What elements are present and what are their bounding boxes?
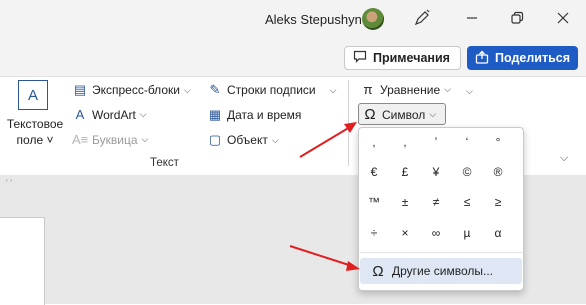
pi-icon: π <box>363 82 373 97</box>
more-symbols-item[interactable]: Ω Другие символы... <box>360 258 522 284</box>
panel-divider <box>360 252 522 253</box>
symbol-cell[interactable]: € <box>360 159 388 185</box>
chevron-down-icon: ⌵ <box>329 84 337 95</box>
symbol-cell[interactable]: ‚ <box>391 129 419 155</box>
symbol-cell[interactable]: © <box>453 159 481 185</box>
symbol-cell[interactable]: ’ <box>422 129 450 155</box>
more-symbols-label: Другие символы... <box>392 264 493 278</box>
group-label-text: Текст <box>150 157 179 169</box>
symbol-cell[interactable]: × <box>391 220 419 246</box>
symbol-cell[interactable]: ÷ <box>360 220 388 246</box>
text-box-label[interactable]: Текстовое <box>6 117 64 131</box>
equation-button[interactable]: π Уравнение ⌵ <box>360 82 451 97</box>
chevron-down-icon[interactable]: ⌵ <box>466 86 473 97</box>
symbol-cell[interactable]: £ <box>391 159 419 185</box>
user-name[interactable]: Aleks Stepushyn <box>265 12 362 27</box>
date-time-label: Дата и время <box>227 108 302 122</box>
wordart-icon: A <box>75 107 85 122</box>
symbol-cell[interactable]: ° <box>484 129 512 155</box>
signature-line-label: Строки подписи <box>227 83 316 97</box>
object-icon: ▢ <box>208 132 222 147</box>
symbol-cell[interactable]: ‚ <box>360 129 388 155</box>
text-box-icon[interactable]: A <box>18 80 48 110</box>
comments-button[interactable]: Примечания <box>344 46 461 70</box>
wordart-button[interactable]: A WordArt ⌵ <box>72 107 147 122</box>
collapse-ribbon-icon[interactable]: ⌵ <box>560 152 568 165</box>
symbol-label: Символ <box>382 107 426 122</box>
share-button[interactable]: Поделиться <box>467 46 578 70</box>
quick-parts-label: Экспресс-блоки <box>92 83 180 97</box>
equation-label: Уравнение <box>380 82 441 97</box>
chevron-down-icon: ⌵ <box>141 134 149 144</box>
object-label: Объект <box>227 133 268 147</box>
symbol-cell[interactable]: ‘ <box>453 129 481 155</box>
text-box-label-dropdown[interactable]: поле ˅ <box>6 133 64 147</box>
close-icon[interactable] <box>556 11 570 28</box>
share-label: Поделиться <box>495 51 571 65</box>
minimize-icon[interactable] <box>465 11 479 28</box>
chevron-down-icon: ⌵ <box>183 84 191 95</box>
quick-parts-button[interactable]: ▤ Экспресс-блоки ⌵ <box>72 82 191 98</box>
chevron-down-icon: ⌵ <box>429 109 437 119</box>
share-icon <box>475 50 489 67</box>
drop-cap-label: Буквица <box>92 132 138 147</box>
signature-line-button[interactable]: ✎ Строки подписи ⌵ <box>207 82 337 98</box>
comments-label: Примечания <box>373 51 450 65</box>
quick-parts-icon: ▤ <box>73 82 87 97</box>
symbol-cell[interactable]: ≠ <box>422 189 450 215</box>
object-button[interactable]: ▢ Объект ⌵ <box>207 132 279 148</box>
signature-line-icon: ✎ <box>209 82 221 97</box>
symbol-cell[interactable]: ™ <box>360 189 388 215</box>
symbol-cell[interactable]: ∞ <box>422 220 450 246</box>
chevron-down-icon: ⌵ <box>444 84 451 94</box>
comment-icon <box>353 50 367 66</box>
symbol-cell[interactable]: µ <box>453 220 481 246</box>
omega-icon: Ω <box>372 262 384 280</box>
date-time-button[interactable]: ▦ Дата и время <box>207 107 302 123</box>
document-page[interactable] <box>0 217 45 305</box>
calendar-icon: ▦ <box>208 107 222 122</box>
wordart-label: WordArt <box>92 107 136 122</box>
symbol-cell[interactable]: ≥ <box>484 189 512 215</box>
symbol-cell[interactable]: ≤ <box>453 189 481 215</box>
symbol-cell[interactable]: ± <box>391 189 419 215</box>
symbol-button[interactable]: Ω Символ ⌵ <box>362 106 436 123</box>
group-divider <box>348 80 349 166</box>
avatar[interactable] <box>362 8 384 30</box>
symbol-cell[interactable]: ¥ <box>422 159 450 185</box>
drop-cap-button: A≡ Буквица ⌵ <box>72 132 148 147</box>
omega-icon: Ω <box>364 106 376 123</box>
pen-icon[interactable] <box>413 9 431 30</box>
chevron-down-icon: ⌵ <box>271 134 279 145</box>
symbol-cell[interactable]: α <box>484 220 512 246</box>
drop-cap-icon: A≡ <box>72 132 89 147</box>
restore-icon[interactable] <box>510 11 524 28</box>
chevron-down-icon: ⌵ <box>139 109 147 119</box>
symbol-cell[interactable]: ® <box>484 159 512 185</box>
